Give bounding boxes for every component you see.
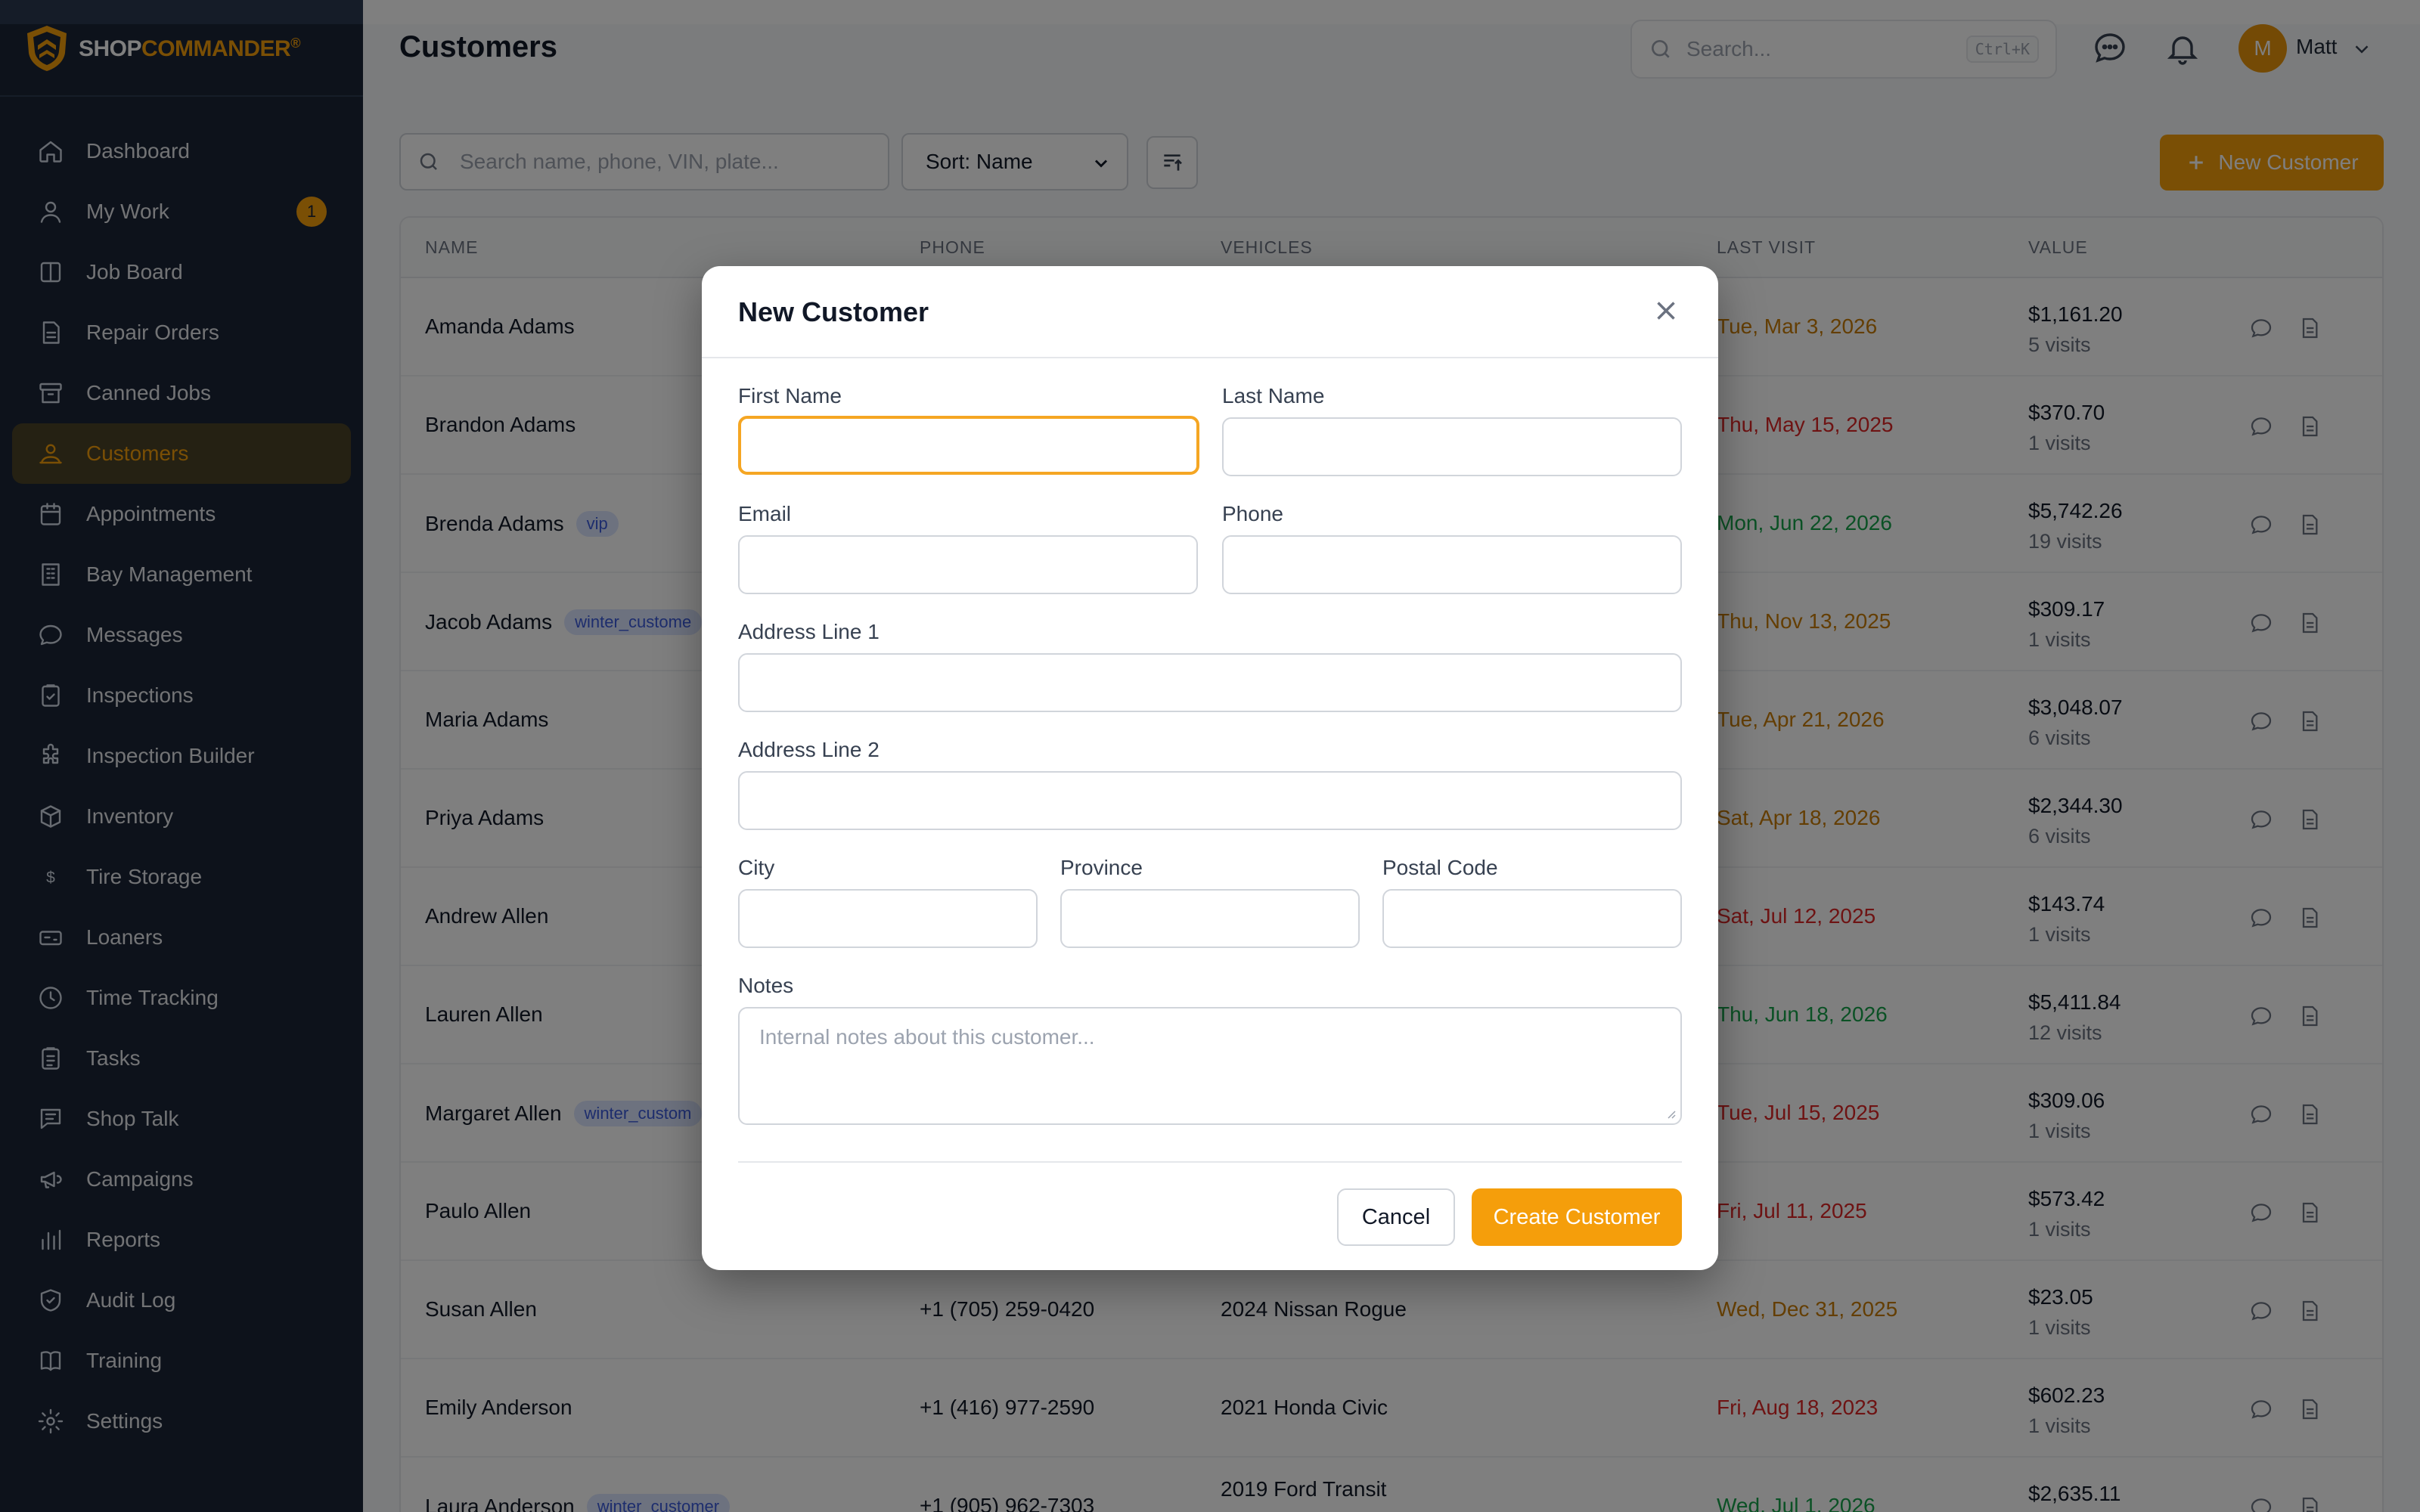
province-label: Province xyxy=(1060,856,1143,879)
notes-textarea[interactable]: Internal notes about this customer... xyxy=(738,1007,1682,1125)
first-name-label: First Name xyxy=(738,384,842,407)
email-field[interactable] xyxy=(738,535,1198,594)
postal-code-field[interactable] xyxy=(1382,889,1682,948)
city-field[interactable] xyxy=(738,889,1038,948)
notes-label: Notes xyxy=(738,974,794,997)
last-name-field[interactable] xyxy=(1222,417,1682,476)
postal-code-label: Postal Code xyxy=(1382,856,1498,879)
last-name-label: Last Name xyxy=(1222,384,1325,407)
phone-field[interactable] xyxy=(1222,535,1682,594)
address-line-2-field[interactable] xyxy=(738,771,1682,830)
modal-header-divider xyxy=(702,357,1718,358)
email-label: Email xyxy=(738,502,792,525)
phone-label: Phone xyxy=(1222,502,1283,525)
new-customer-modal: New Customer First Name Last Name Email … xyxy=(702,266,1718,1270)
modal-title: New Customer xyxy=(738,296,929,327)
first-name-field[interactable] xyxy=(738,416,1199,475)
address-line-1-field[interactable] xyxy=(738,653,1682,712)
close-icon[interactable] xyxy=(1650,295,1682,327)
city-label: City xyxy=(738,856,775,879)
address-line-2-label: Address Line 2 xyxy=(738,738,880,761)
modal-footer-divider xyxy=(738,1161,1682,1163)
province-field[interactable] xyxy=(1060,889,1360,948)
address-line-1-label: Address Line 1 xyxy=(738,620,880,643)
resize-handle-icon[interactable] xyxy=(1665,1108,1676,1119)
notes-placeholder: Internal notes about this customer... xyxy=(759,1025,1095,1049)
create-customer-button[interactable]: Create Customer xyxy=(1472,1188,1682,1246)
cancel-button[interactable]: Cancel xyxy=(1337,1188,1455,1246)
